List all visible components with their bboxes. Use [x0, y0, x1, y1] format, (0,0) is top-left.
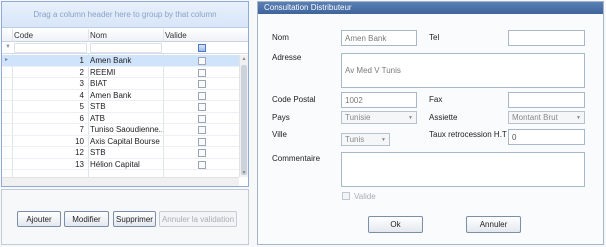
nom-cell: ATB [90, 113, 105, 123]
filter-row: ▼ [2, 42, 248, 54]
table-row[interactable]: 2 REEMI [2, 67, 248, 78]
valide-checkbox[interactable] [198, 91, 206, 100]
nom-cell: Amen Bank [90, 56, 132, 65]
valide-checkbox[interactable] [198, 137, 206, 146]
form-title: Consultation Distributeur [258, 2, 603, 14]
adresse-label: Adresse [272, 53, 302, 62]
column-header-nom[interactable]: Nom [90, 31, 107, 40]
nom-cell: STB [90, 148, 106, 157]
scrollbar-thumb[interactable] [241, 65, 247, 175]
code-postal-label: Code Postal [272, 95, 316, 104]
valide-checkbox[interactable] [198, 57, 206, 65]
ville-value: Tunis [345, 135, 365, 144]
taux-retrocession-field[interactable]: 0 [508, 129, 585, 145]
distributeur-grid: Drag a column header here to group by th… [1, 1, 249, 187]
table-row[interactable]: 4 Amen Bank [2, 90, 248, 101]
nom-filter-input[interactable] [90, 43, 162, 53]
code-cell: 13 [75, 159, 84, 169]
valide-checkbox[interactable] [342, 192, 350, 200]
pays-select[interactable]: Tunisie ▼ [341, 111, 417, 124]
code-cell: 7 [79, 125, 84, 134]
column-header-valide[interactable]: Valide [165, 31, 187, 40]
table-row[interactable]: 13 Hélion Capital [2, 159, 248, 170]
current-row-indicator-icon: ▸ [5, 57, 9, 63]
nom-label: Nom [272, 33, 289, 42]
assiette-select[interactable]: Montant Brut ▼ [508, 111, 585, 124]
assiette-value: Montant Brut [512, 113, 558, 122]
chevron-down-icon: ▼ [408, 115, 413, 121]
valide-checkbox[interactable] [198, 160, 206, 169]
ville-label: Ville [272, 130, 287, 139]
group-by-drop-area[interactable]: Drag a column header here to group by th… [2, 2, 248, 28]
valide-checkbox[interactable] [198, 114, 206, 123]
code-cell: 12 [75, 148, 84, 157]
table-row[interactable]: 10 Axis Capital Bourse [2, 136, 248, 147]
chevron-down-icon: ▼ [576, 115, 581, 121]
valide-checkbox[interactable] [198, 149, 206, 157]
nom-cell: Hélion Capital [90, 159, 140, 169]
consultation-form: Consultation Distributeur Nom Amen Bank … [257, 1, 604, 245]
code-cell: 2 [79, 67, 84, 77]
nom-cell: Tuniso Saoudienne... [90, 125, 162, 134]
nom-field[interactable]: Amen Bank [341, 30, 417, 46]
valide-checkbox[interactable] [198, 103, 206, 111]
valide-checkbox[interactable] [198, 80, 206, 88]
commentaire-field[interactable] [341, 152, 585, 187]
vertical-scrollbar[interactable]: ▲ ▼ [239, 55, 248, 177]
nom-cell: STB [90, 102, 106, 111]
code-cell: 1 [79, 56, 84, 65]
code-cell: 4 [79, 90, 84, 100]
table-row[interactable]: ▸ 1 Amen Bank [2, 55, 248, 67]
column-header-code[interactable]: Code [14, 31, 33, 40]
nom-cell: Axis Capital Bourse [90, 136, 160, 146]
scroll-up-icon[interactable]: ▲ [240, 56, 248, 62]
ville-select[interactable]: Tunis ▼ [341, 133, 390, 146]
annuler-button[interactable]: Annuler [466, 216, 521, 233]
commentaire-label: Commentaire [272, 154, 321, 163]
code-cell: 5 [79, 102, 84, 111]
pays-value: Tunisie [345, 113, 371, 122]
modifier-button[interactable]: Modifier [64, 211, 109, 227]
adresse-field[interactable]: Av Med V Tunis [341, 53, 585, 88]
code-postal-field[interactable]: 1002 [341, 92, 417, 108]
code-cell: 10 [75, 136, 84, 146]
code-cell: 3 [79, 79, 84, 88]
valide-checkbox[interactable] [198, 126, 206, 134]
valide-filter-checkbox[interactable] [198, 44, 206, 52]
tel-label: Tel [429, 33, 440, 42]
taux-retrocession-label: Taux retrocession H.T [429, 130, 507, 139]
fax-label: Fax [429, 95, 443, 104]
table-row[interactable]: 7 Tuniso Saoudienne... [2, 124, 248, 136]
table-row[interactable]: 12 STB [2, 147, 248, 159]
horizontal-scrollbar[interactable] [2, 177, 239, 186]
grid-rows: ▸ 1 Amen Bank 2 REEMI 3 BIAT 4 Amen Bank 5 STB 6 ATB… [2, 55, 248, 170]
pays-label: Pays [272, 113, 290, 122]
group-hint-text: Drag a column header here to group by th… [33, 10, 217, 19]
assiette-label: Assiette [429, 113, 458, 122]
tel-field[interactable] [508, 30, 585, 46]
code-cell: 6 [79, 113, 84, 123]
annuler-validation-button[interactable]: Annuler la validation [159, 211, 237, 227]
code-filter-input[interactable] [14, 43, 87, 53]
valide-checkbox[interactable] [198, 68, 206, 77]
ok-button[interactable]: Ok [368, 216, 423, 233]
nom-cell: Amen Bank [90, 90, 132, 100]
nom-cell: REEMI [90, 67, 116, 77]
ajouter-button[interactable]: Ajouter [17, 211, 61, 227]
table-row[interactable]: 6 ATB [2, 113, 248, 124]
valide-label: Valide [354, 192, 376, 201]
chevron-down-icon: ▼ [381, 137, 386, 143]
nom-cell: BIAT [90, 79, 108, 88]
fax-field[interactable] [508, 92, 585, 108]
grid-header: Code Nom Valide [2, 29, 248, 42]
scroll-down-icon[interactable]: ▼ [240, 170, 248, 176]
table-row[interactable]: 3 BIAT [2, 78, 248, 90]
filter-icon: ▼ [5, 44, 11, 50]
table-row[interactable]: 5 STB [2, 101, 248, 113]
action-panel: Ajouter Modifier Supprimer Annuler la va… [1, 189, 249, 245]
supprimer-button[interactable]: Supprimer [113, 211, 156, 227]
